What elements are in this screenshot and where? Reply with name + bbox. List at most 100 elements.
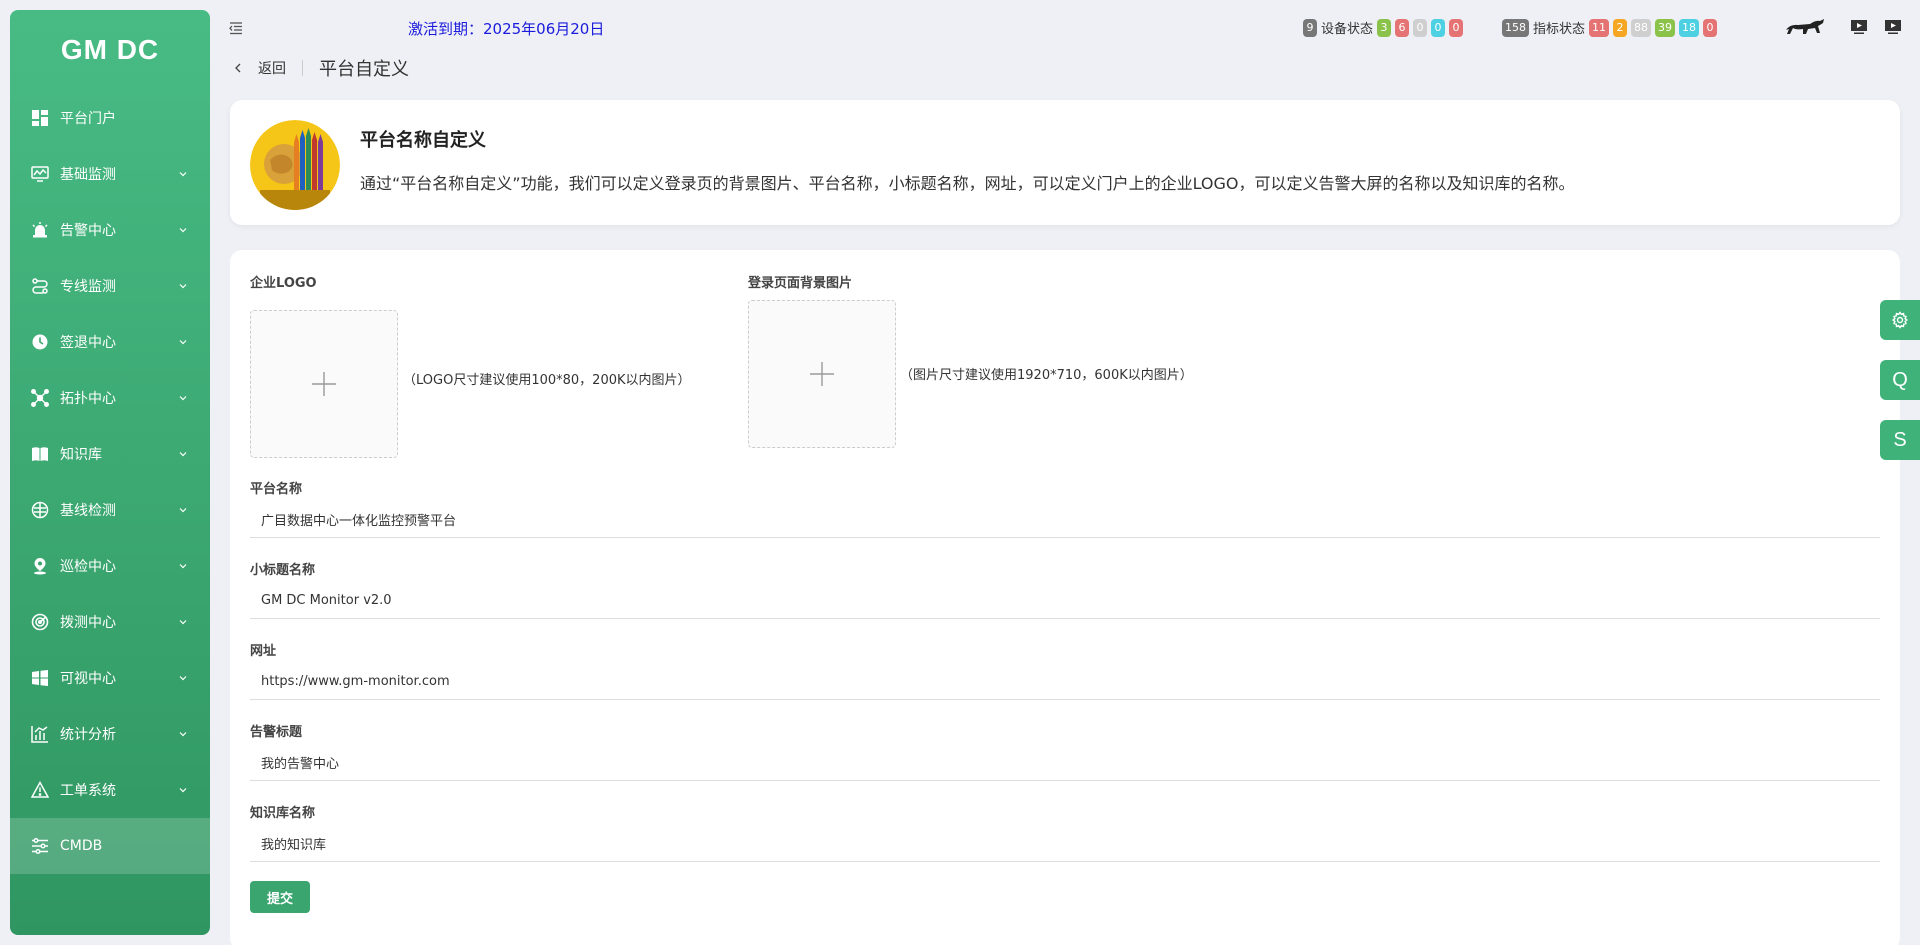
breadcrumb-divider (302, 60, 303, 76)
metric-badge: 18 (1679, 18, 1700, 37)
sidebar-item-label: 巡检中心 (60, 559, 116, 575)
chevron-down-icon (179, 732, 187, 737)
kb-name-input[interactable]: 我的知识库 (250, 826, 1880, 862)
metric-badge: 11 (1589, 18, 1610, 37)
logo-hint: （LOGO尺寸建议使用100*80，200K以内图片） (403, 373, 691, 388)
bg-hint: （图片尺寸建议使用1920*710，600K以内图片） (900, 368, 1193, 383)
menu-collapse-icon[interactable] (228, 20, 244, 36)
sidebar-item-alarm[interactable]: 告警中心 (10, 202, 210, 258)
chevron-down-icon (179, 452, 187, 457)
book-icon (30, 444, 50, 464)
sidebar-item-label: 平台门户 (60, 111, 116, 127)
sidebar-item-workorder[interactable]: 工单系统 (10, 762, 210, 818)
metric-total-badge: 158 (1502, 18, 1529, 37)
logo-upload[interactable] (250, 310, 398, 458)
submit-button[interactable]: 提交 (250, 881, 310, 913)
monitor-chart-icon (30, 164, 50, 184)
chevron-down-icon (179, 508, 187, 513)
chevron-down-icon (179, 228, 187, 233)
alarm-title-label: 告警标题 (250, 725, 303, 740)
sidebar-item-basic-monitor[interactable]: 基础监测 (10, 146, 210, 202)
location-pin-icon (30, 556, 50, 576)
chevron-down-icon (179, 340, 187, 345)
intro-description: 通过“平台名称自定义”功能，我们可以定义登录页的背景图片、平台名称，小标题名称，… (360, 174, 1575, 193)
clock-icon (30, 332, 50, 352)
baseline-icon (30, 500, 50, 520)
chevron-left-icon[interactable] (232, 62, 244, 74)
bar-chart-icon (30, 724, 50, 744)
logo-label: 企业LOGO (250, 276, 317, 291)
sidebar-item-label: 统计分析 (60, 727, 116, 743)
customize-form: 企业LOGO （LOGO尺寸建议使用100*80，200K以内图片） 登录页面背… (230, 250, 1900, 945)
windows-icon (30, 668, 50, 688)
sidebar-item-label: CMDB (60, 838, 103, 854)
sidebar-item-label: 基础监测 (60, 167, 116, 183)
intro-illustration (250, 120, 340, 210)
screen-play-icon[interactable] (1850, 19, 1868, 35)
intro-title: 平台名称自定义 (360, 130, 486, 151)
sidebar-item-label: 告警中心 (60, 223, 116, 239)
device-badge: 6 (1395, 18, 1410, 37)
chevron-down-icon (179, 676, 187, 681)
sidebar-item-topology[interactable]: 拓扑中心 (10, 370, 210, 426)
bg-label: 登录页面背景图片 (748, 276, 853, 291)
sidebar-item-label: 可视中心 (60, 671, 116, 687)
metric-badge: 2 (1613, 18, 1628, 37)
sidebar-item-portal[interactable]: 平台门户 (10, 90, 210, 146)
sidebar-item-dial-test[interactable]: 拨测中心 (10, 594, 210, 650)
alarm-title-input[interactable]: 我的告警中心 (250, 745, 1880, 781)
platform-name-input[interactable]: 广目数据中心一体化监控预警平台 (250, 502, 1880, 538)
sidebar-item-label: 签退中心 (60, 335, 116, 351)
sidebar-item-statistics[interactable]: 统计分析 (10, 706, 210, 762)
url-input[interactable]: https://www.gm-monitor.com (250, 664, 1880, 700)
url-label: 网址 (250, 644, 277, 659)
sidebar-item-label: 基线检测 (60, 503, 116, 519)
metric-badge: 88 (1631, 18, 1652, 37)
kb-name-label: 知识库名称 (250, 806, 316, 821)
screen-play-icon-2[interactable] (1884, 19, 1902, 35)
s-float-button[interactable]: S (1880, 420, 1920, 460)
settings-float-button[interactable] (1880, 300, 1920, 340)
device-status[interactable]: 9 设备状态 3 6 0 0 0 (1303, 18, 1464, 37)
device-badge: 0 (1449, 18, 1464, 37)
chevron-down-icon (179, 396, 187, 401)
plus-icon (810, 362, 834, 386)
panther-logo-icon (1786, 19, 1824, 34)
bg-upload[interactable] (748, 300, 896, 448)
subtitle-label: 小标题名称 (250, 563, 316, 578)
device-badge: 0 (1413, 18, 1428, 37)
chevron-down-icon (179, 284, 187, 289)
sidebar-item-inspection[interactable]: 巡检中心 (10, 538, 210, 594)
alarm-light-icon (30, 220, 50, 240)
metric-status-label: 指标状态 (1533, 22, 1586, 37)
activation-expiry: 激活到期：2025年06月20日 (408, 20, 605, 38)
chevron-down-icon (179, 788, 187, 793)
platform-name-label: 平台名称 (250, 482, 303, 497)
metric-badge: 39 (1655, 18, 1676, 37)
sidebar-item-label: 拨测中心 (60, 615, 116, 631)
sidebar-item-signout[interactable]: 签退中心 (10, 314, 210, 370)
sidebar-item-baseline[interactable]: 基线检测 (10, 482, 210, 538)
device-badge: 0 (1431, 18, 1446, 37)
gear-icon (1891, 311, 1909, 329)
device-total-badge: 9 (1303, 18, 1317, 37)
q-float-button[interactable]: Q (1880, 360, 1920, 400)
chevron-down-icon (179, 564, 187, 569)
metric-status[interactable]: 158 指标状态 11 2 88 39 18 0 (1502, 18, 1718, 37)
sidebar-item-visual[interactable]: 可视中心 (10, 650, 210, 706)
subtitle-input[interactable]: GM DC Monitor v2.0 (250, 583, 1880, 619)
sidebar-item-knowledge[interactable]: 知识库 (10, 426, 210, 482)
sidebar-item-cmdb[interactable]: CMDB (10, 818, 210, 874)
topology-icon (30, 388, 50, 408)
warning-icon (30, 780, 50, 800)
sidebar-item-label: 拓扑中心 (60, 391, 116, 407)
page-title: 平台自定义 (319, 59, 409, 80)
device-badge: 3 (1377, 18, 1392, 37)
intro-card: 平台名称自定义 通过“平台名称自定义”功能，我们可以定义登录页的背景图片、平台名… (230, 100, 1900, 225)
sidebar-menu: 平台门户 基础监测 告警中心 专线监测 签退中心 拓扑中心 知识库 基线检测 巡… (10, 90, 210, 874)
sidebar: GM DC 平台门户 基础监测 告警中心 专线监测 签退中心 拓扑中心 知识库 … (10, 10, 210, 935)
app-logo[interactable]: GM DC (10, 10, 210, 90)
dashboard-icon (30, 108, 50, 128)
sidebar-item-line-monitor[interactable]: 专线监测 (10, 258, 210, 314)
back-link[interactable]: 返回 (258, 58, 286, 78)
